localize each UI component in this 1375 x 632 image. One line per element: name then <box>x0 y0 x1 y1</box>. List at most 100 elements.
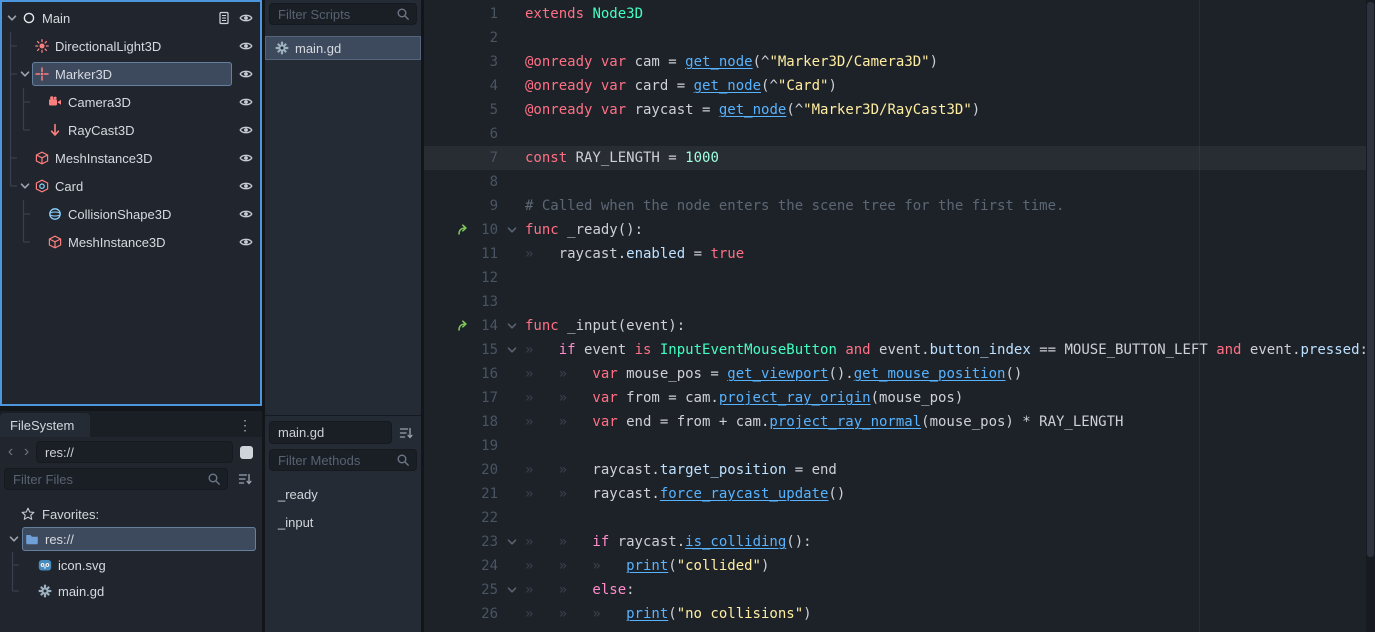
line-number[interactable]: 6 <box>474 122 498 146</box>
collapse-chevron-icon[interactable] <box>17 67 32 81</box>
code-line[interactable]: 21»»raycast.force_raycast_update() <box>424 482 1375 506</box>
visibility-eye-icon[interactable] <box>238 94 254 110</box>
code-line[interactable]: 20»»raycast.target_position = end <box>424 458 1375 482</box>
scene-node-camera3d[interactable]: Camera3D <box>2 88 260 116</box>
scene-node-content[interactable]: CollisionShape3D <box>45 202 232 226</box>
scene-node-meshinstance3d[interactable]: MeshInstance3D <box>2 228 260 256</box>
line-number[interactable]: 1 <box>474 2 498 26</box>
scene-node-marker3d[interactable]: Marker3D <box>2 60 260 88</box>
line-number[interactable]: 4 <box>474 74 498 98</box>
visibility-eye-icon[interactable] <box>238 38 254 54</box>
scene-node-content[interactable]: MeshInstance3D <box>45 230 232 254</box>
visibility-eye-icon[interactable] <box>238 66 254 82</box>
scene-node-content[interactable]: DirectionalLight3D <box>32 34 232 58</box>
line-number[interactable]: 17 <box>474 386 498 410</box>
script-attached-icon[interactable] <box>216 10 232 26</box>
fs-entry-res-[interactable]: res:// <box>0 526 262 552</box>
fold-chevron-icon[interactable] <box>498 319 525 333</box>
line-number[interactable]: 16 <box>474 362 498 386</box>
line-number[interactable]: 23 <box>474 530 498 554</box>
line-number[interactable]: 19 <box>474 434 498 458</box>
code-line[interactable]: 11»raycast.enabled = true <box>424 242 1375 266</box>
line-number[interactable]: 2 <box>474 26 498 50</box>
function-gutter-arrow-icon[interactable] <box>424 223 474 237</box>
script-list-item[interactable]: main.gd <box>265 36 421 60</box>
editor-scrollbar[interactable] <box>1366 0 1375 632</box>
scene-node-main[interactable]: Main <box>2 4 260 32</box>
code-line[interactable]: 9# Called when the node enters the scene… <box>424 194 1375 218</box>
code-line[interactable]: 22 <box>424 506 1375 530</box>
scene-node-content[interactable]: Main <box>19 6 210 30</box>
history-forward-icon[interactable]: › <box>20 441 33 463</box>
line-number[interactable]: 20 <box>474 458 498 482</box>
code-line[interactable]: 2 <box>424 26 1375 50</box>
dock-menu-icon[interactable]: ⋮ <box>236 413 254 437</box>
line-number[interactable]: 5 <box>474 98 498 122</box>
line-number[interactable]: 14 <box>474 314 498 338</box>
line-number[interactable]: 11 <box>474 242 498 266</box>
code-line[interactable]: 15»if event is InputEventMouseButton and… <box>424 338 1375 362</box>
line-number[interactable]: 13 <box>474 290 498 314</box>
code-line[interactable]: 23»»if raycast.is_colliding(): <box>424 530 1375 554</box>
line-number[interactable]: 10 <box>474 218 498 242</box>
fold-chevron-icon[interactable] <box>498 583 525 597</box>
fs-entry-content[interactable]: main.gd <box>35 579 256 603</box>
scene-node-content[interactable]: Camera3D <box>45 90 232 114</box>
filter-files-input[interactable]: Filter Files <box>4 468 228 490</box>
visibility-eye-icon[interactable] <box>238 150 254 166</box>
visibility-eye-icon[interactable] <box>238 122 254 138</box>
line-number[interactable]: 22 <box>474 506 498 530</box>
line-number[interactable]: 15 <box>474 338 498 362</box>
visibility-eye-icon[interactable] <box>238 10 254 26</box>
scene-node-content[interactable]: RayCast3D <box>45 118 232 142</box>
filesystem-tab[interactable]: FileSystem <box>0 413 90 437</box>
collapse-chevron-icon[interactable] <box>4 11 19 25</box>
code-line[interactable]: 12 <box>424 266 1375 290</box>
code-line[interactable]: 5@onready var raycast = get_node(^"Marke… <box>424 98 1375 122</box>
scrollbar-thumb[interactable] <box>1367 2 1374 557</box>
scene-node-content[interactable]: MeshInstance3D <box>32 146 232 170</box>
collapse-chevron-icon[interactable] <box>17 179 32 193</box>
resource-path-field[interactable]: res:// <box>36 441 233 463</box>
visibility-eye-icon[interactable] <box>238 234 254 250</box>
code-line[interactable]: 7const RAY_LENGTH = 1000 <box>424 146 1375 170</box>
code-line[interactable]: 26»»»print("no collisions") <box>424 602 1375 626</box>
fold-chevron-icon[interactable] <box>498 535 525 549</box>
code-editor[interactable]: 1extends Node3D23@onready var cam = get_… <box>424 0 1375 632</box>
line-number[interactable]: 24 <box>474 554 498 578</box>
code-line[interactable]: 16»»var mouse_pos = get_viewport().get_m… <box>424 362 1375 386</box>
scene-node-collisionshape3d[interactable]: CollisionShape3D <box>2 200 260 228</box>
line-number[interactable]: 3 <box>474 50 498 74</box>
file-sort-button[interactable] <box>234 468 256 490</box>
fs-entry-content[interactable]: res:// <box>22 527 256 551</box>
visibility-eye-icon[interactable] <box>238 178 254 194</box>
code-line[interactable]: 10func _ready(): <box>424 218 1375 242</box>
scene-node-meshinstance3d[interactable]: MeshInstance3D <box>2 144 260 172</box>
scene-node-content[interactable]: Card <box>32 174 232 198</box>
line-number[interactable]: 21 <box>474 482 498 506</box>
line-number[interactable]: 9 <box>474 194 498 218</box>
code-line[interactable]: 13 <box>424 290 1375 314</box>
method-item[interactable]: _ready <box>269 480 417 508</box>
method-sort-button[interactable] <box>395 422 417 444</box>
fs-entry-main.gd[interactable]: main.gd <box>0 578 262 604</box>
scene-node-raycast3d[interactable]: RayCast3D <box>2 116 260 144</box>
scene-node-content[interactable]: Marker3D <box>32 62 232 86</box>
filter-methods-input[interactable]: Filter Methods <box>269 449 417 471</box>
code-line[interactable]: 24»»»print("collided") <box>424 554 1375 578</box>
code-line[interactable]: 25»»else: <box>424 578 1375 602</box>
line-number[interactable]: 26 <box>474 602 498 626</box>
fold-chevron-icon[interactable] <box>498 223 525 237</box>
line-number[interactable]: 7 <box>474 146 498 170</box>
code-line[interactable]: 17»»var from = cam.project_ray_origin(mo… <box>424 386 1375 410</box>
code-line[interactable]: 19 <box>424 434 1375 458</box>
code-line[interactable]: 3@onready var cam = get_node(^"Marker3D/… <box>424 50 1375 74</box>
method-item[interactable]: _input <box>269 508 417 536</box>
function-gutter-arrow-icon[interactable] <box>424 319 474 333</box>
fs-entry-content[interactable]: icon.svg <box>35 553 256 577</box>
toggle-split-mode-button[interactable] <box>240 446 253 459</box>
scene-node-directionallight3d[interactable]: DirectionalLight3D <box>2 32 260 60</box>
code-line[interactable]: 18»»var end = from + cam.project_ray_nor… <box>424 410 1375 434</box>
code-line[interactable]: 4@onready var card = get_node(^"Card") <box>424 74 1375 98</box>
code-line[interactable]: 14func _input(event): <box>424 314 1375 338</box>
